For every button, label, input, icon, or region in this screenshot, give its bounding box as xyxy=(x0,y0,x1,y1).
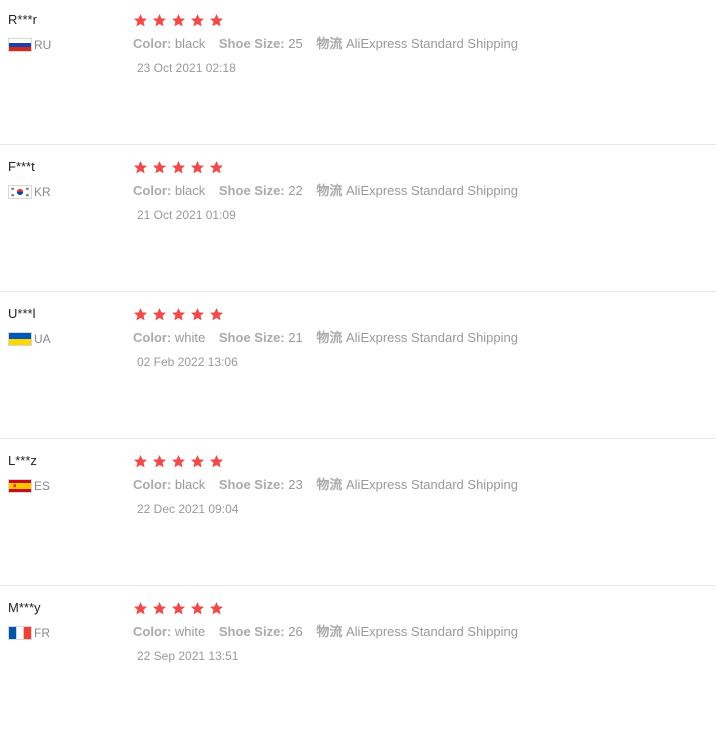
kr-flag-icon xyxy=(8,185,32,199)
prop-shoe-size: Shoe Size: 22 xyxy=(218,183,303,198)
order-properties: Color: black Shoe Size: 23 物流 AliExpress… xyxy=(133,477,706,493)
star-icon xyxy=(209,454,224,469)
review-item: F***t KR Color: black Shoe Size: 22 物流 A… xyxy=(0,147,716,294)
prop-shoe-size: Shoe Size: 25 xyxy=(218,36,303,51)
star-icon xyxy=(171,307,186,322)
es-flag-icon xyxy=(8,479,32,493)
star-icon xyxy=(209,307,224,322)
feedback: Color: black Shoe Size: 23 物流 AliExpress… xyxy=(133,451,706,516)
divider xyxy=(0,144,716,145)
star-rating xyxy=(133,304,706,324)
review-date: 21 Oct 2021 01:09 xyxy=(137,208,236,222)
prop-color: Color: black xyxy=(133,36,206,51)
prop-shoe-size: Shoe Size: 26 xyxy=(218,624,303,639)
country-code: FR xyxy=(34,626,50,640)
prop-shipping: 物流 AliExpress Standard Shipping xyxy=(316,183,518,198)
star-icon xyxy=(190,307,205,322)
star-rating xyxy=(133,157,706,177)
star-icon xyxy=(152,160,167,175)
divider xyxy=(0,438,716,439)
star-icon xyxy=(152,307,167,322)
user-info: F***t KR xyxy=(8,159,118,199)
star-icon xyxy=(152,454,167,469)
prop-color: Color: black xyxy=(133,183,206,198)
review-item: L***z ES Color: black Shoe Size: 23 物流 A… xyxy=(0,441,716,588)
review-item: M***y FR Color: white Shoe Size: 26 物流 A… xyxy=(0,588,716,735)
prop-color: Color: black xyxy=(133,477,206,492)
prop-shipping: 物流 AliExpress Standard Shipping xyxy=(316,477,518,492)
order-properties: Color: white Shoe Size: 21 物流 AliExpress… xyxy=(133,330,706,346)
star-icon xyxy=(190,454,205,469)
prop-shipping: 物流 AliExpress Standard Shipping xyxy=(316,330,518,345)
star-icon xyxy=(152,13,167,28)
review-item: R***r RU Color: black Shoe Size: 25 物流 A… xyxy=(0,0,716,147)
prop-shoe-size: Shoe Size: 23 xyxy=(218,477,303,492)
star-rating xyxy=(133,451,706,471)
order-properties: Color: black Shoe Size: 25 物流 AliExpress… xyxy=(133,36,706,52)
prop-shipping: 物流 AliExpress Standard Shipping xyxy=(316,624,518,639)
star-icon xyxy=(133,601,148,616)
star-icon xyxy=(190,601,205,616)
review-date: 02 Feb 2022 13:06 xyxy=(137,355,238,369)
prop-shoe-size: Shoe Size: 21 xyxy=(218,330,303,345)
user-country: ES xyxy=(8,479,118,493)
prop-shipping: 物流 AliExpress Standard Shipping xyxy=(316,36,518,51)
user-info: L***z ES xyxy=(8,453,118,493)
user-country: KR xyxy=(8,185,118,199)
star-icon xyxy=(190,13,205,28)
star-icon xyxy=(133,454,148,469)
user-info: R***r RU xyxy=(8,12,118,52)
country-code: RU xyxy=(34,38,52,52)
order-properties: Color: black Shoe Size: 22 物流 AliExpress… xyxy=(133,183,706,199)
star-icon xyxy=(171,454,186,469)
user-country: FR xyxy=(8,626,118,640)
star-icon xyxy=(171,13,186,28)
star-icon xyxy=(133,307,148,322)
user-name: R***r xyxy=(8,12,37,27)
ua-flag-icon xyxy=(8,332,32,346)
star-icon xyxy=(209,160,224,175)
star-rating xyxy=(133,10,706,30)
star-icon xyxy=(133,160,148,175)
review-date: 23 Oct 2021 02:18 xyxy=(137,61,236,75)
star-icon xyxy=(209,601,224,616)
country-code: KR xyxy=(34,185,51,199)
star-icon xyxy=(171,160,186,175)
divider xyxy=(0,585,716,586)
star-icon xyxy=(133,13,148,28)
ru-flag-icon xyxy=(8,38,32,52)
feedback: Color: white Shoe Size: 21 物流 AliExpress… xyxy=(133,304,706,369)
fr-flag-icon xyxy=(8,626,32,640)
review-date: 22 Sep 2021 13:51 xyxy=(137,649,239,663)
star-icon xyxy=(171,601,186,616)
user-country: UA xyxy=(8,332,118,346)
user-name: U***l xyxy=(8,306,36,321)
prop-color: Color: white xyxy=(133,330,206,345)
user-name: F***t xyxy=(8,159,35,174)
country-code: UA xyxy=(34,332,51,346)
user-name: L***z xyxy=(8,453,37,468)
star-icon xyxy=(209,13,224,28)
reviews-list: R***r RU Color: black Shoe Size: 25 物流 A… xyxy=(0,0,716,667)
feedback: Color: black Shoe Size: 25 物流 AliExpress… xyxy=(133,10,706,75)
feedback: Color: white Shoe Size: 26 物流 AliExpress… xyxy=(133,598,706,663)
review-date: 22 Dec 2021 09:04 xyxy=(137,502,239,516)
user-info: U***l UA xyxy=(8,306,118,346)
divider xyxy=(0,291,716,292)
star-icon xyxy=(190,160,205,175)
order-properties: Color: white Shoe Size: 26 物流 AliExpress… xyxy=(133,624,706,640)
review-item: U***l UA Color: white Shoe Size: 21 物流 A… xyxy=(0,294,716,441)
prop-color: Color: white xyxy=(133,624,206,639)
star-rating xyxy=(133,598,706,618)
user-info: M***y FR xyxy=(8,600,118,640)
user-country: RU xyxy=(8,38,118,52)
country-code: ES xyxy=(34,479,51,493)
star-icon xyxy=(152,601,167,616)
user-name: M***y xyxy=(8,600,41,615)
feedback: Color: black Shoe Size: 22 物流 AliExpress… xyxy=(133,157,706,222)
